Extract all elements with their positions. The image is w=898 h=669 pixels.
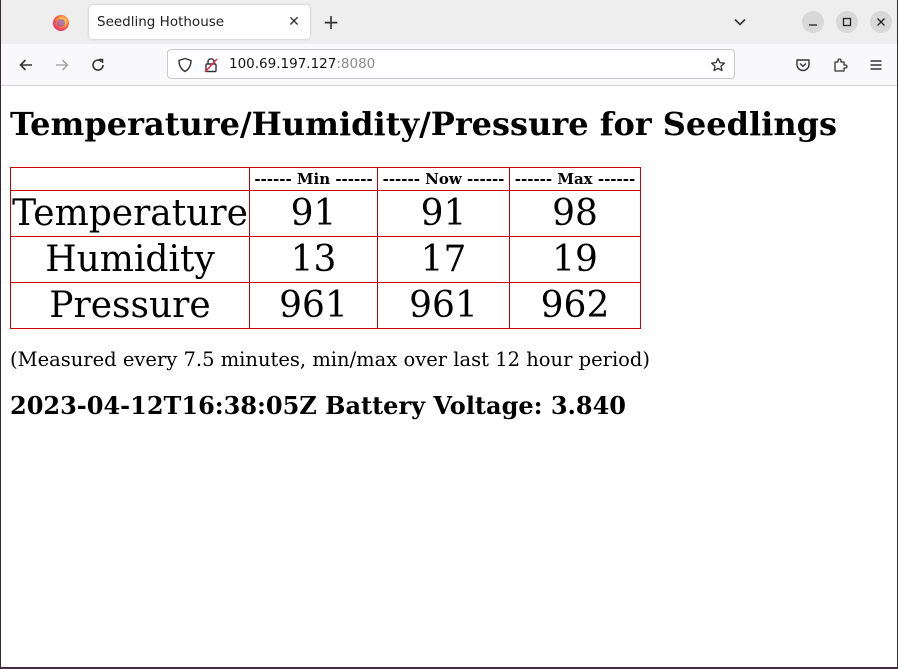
navigation-bar: 100.69.197.127:8080 bbox=[1, 44, 897, 86]
row-label: Humidity bbox=[10, 236, 250, 283]
tab-title: Seedling Hothouse bbox=[97, 14, 225, 30]
header-max: ------ Max ------ bbox=[509, 167, 641, 191]
cell-max: 19 bbox=[509, 236, 641, 283]
close-icon[interactable]: ✕ bbox=[284, 12, 304, 32]
firefox-view-button[interactable] bbox=[44, 8, 78, 38]
back-arrow-icon[interactable] bbox=[13, 52, 39, 78]
shield-icon[interactable] bbox=[175, 55, 195, 75]
cell-now: 91 bbox=[377, 190, 510, 237]
measurement-note: (Measured every 7.5 minutes, min/max ove… bbox=[10, 348, 651, 371]
url-host: 100.69.197.127 bbox=[229, 56, 337, 72]
url-bar[interactable]: 100.69.197.127:8080 bbox=[167, 49, 735, 79]
row-label: Temperature bbox=[10, 190, 250, 237]
cell-min: 91 bbox=[249, 190, 378, 237]
table-header-row: ------ Min ------ ------ Now ------ ----… bbox=[10, 167, 641, 191]
minimize-icon[interactable] bbox=[802, 11, 824, 33]
active-tab[interactable]: Seedling Hothouse ✕ bbox=[89, 5, 310, 39]
page-content: Temperature/Humidity/Pressure for Seedli… bbox=[1, 86, 897, 667]
header-label bbox=[10, 167, 250, 191]
readings-table: ------ Min ------ ------ Now ------ ----… bbox=[10, 167, 641, 329]
battery-status: 2023-04-12T16:38:05Z Battery Voltage: 3.… bbox=[10, 391, 626, 420]
page-title: Temperature/Humidity/Pressure for Seedli… bbox=[10, 105, 837, 143]
firefox-icon bbox=[53, 15, 69, 31]
cell-now: 961 bbox=[377, 282, 510, 329]
table-row-pressure: Pressure 961 961 962 bbox=[10, 282, 641, 329]
cell-min: 13 bbox=[249, 236, 378, 283]
hamburger-menu-icon[interactable] bbox=[865, 54, 887, 76]
reload-icon[interactable] bbox=[85, 52, 111, 78]
cell-max: 962 bbox=[509, 282, 641, 329]
header-min: ------ Min ------ bbox=[249, 167, 378, 191]
forward-arrow-icon[interactable] bbox=[49, 52, 75, 78]
maximize-icon[interactable] bbox=[836, 11, 858, 33]
header-now: ------ Now ------ bbox=[377, 167, 510, 191]
row-label: Pressure bbox=[10, 282, 250, 329]
pocket-icon[interactable] bbox=[792, 54, 814, 76]
cell-now: 17 bbox=[377, 236, 510, 283]
url-text[interactable]: 100.69.197.127:8080 bbox=[229, 56, 375, 72]
chevron-down-icon[interactable] bbox=[728, 10, 752, 34]
extensions-icon[interactable] bbox=[829, 54, 851, 76]
tab-strip: Seedling Hothouse ✕ + bbox=[1, 0, 897, 44]
plus-icon[interactable]: + bbox=[319, 10, 343, 34]
window-close-icon[interactable] bbox=[870, 11, 892, 33]
cell-max: 98 bbox=[509, 190, 641, 237]
browser-window: Seedling Hothouse ✕ + 100.69.197.127:808… bbox=[0, 0, 898, 669]
url-port: :8080 bbox=[336, 56, 376, 72]
table-row-temperature: Temperature 91 91 98 bbox=[10, 190, 641, 237]
table-row-humidity: Humidity 13 17 19 bbox=[10, 236, 641, 283]
insecure-lock-icon[interactable] bbox=[201, 55, 221, 75]
cell-min: 961 bbox=[249, 282, 378, 329]
bookmark-star-icon[interactable] bbox=[708, 55, 728, 75]
